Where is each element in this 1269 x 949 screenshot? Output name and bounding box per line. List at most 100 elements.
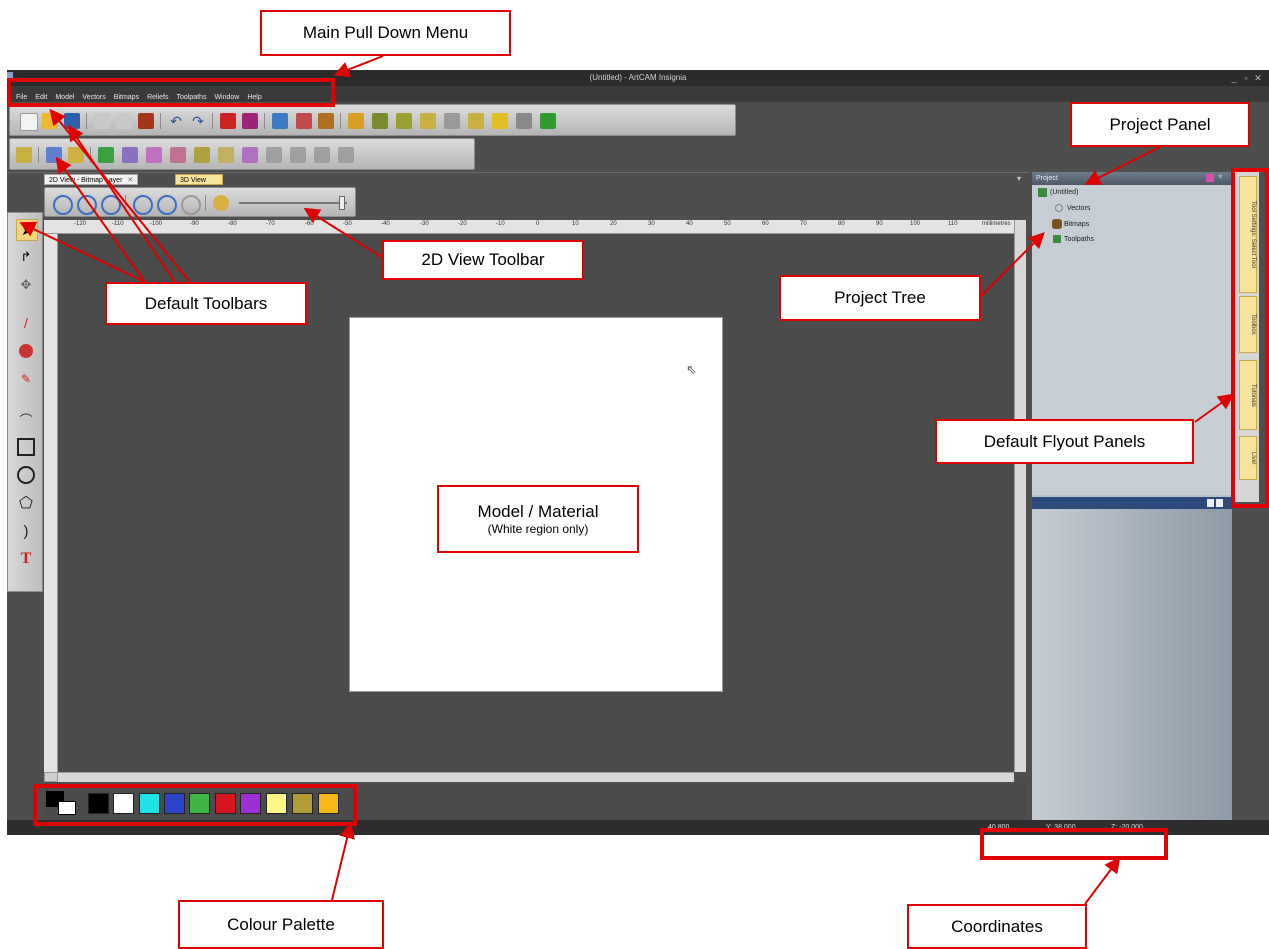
opacity-slider[interactable] [239, 202, 347, 204]
texture-icon[interactable] [170, 147, 186, 163]
select-tool-icon[interactable]: ➤ [16, 219, 38, 241]
edit-pencil-icon[interactable] [220, 113, 236, 129]
tab-3d-view[interactable]: 3D View [175, 174, 223, 185]
model-toolbar [9, 138, 475, 170]
scroll-corner [44, 772, 58, 782]
frame-icon[interactable] [338, 147, 354, 163]
ruler-tick: -120 [74, 221, 87, 227]
paste-icon[interactable] [138, 113, 154, 129]
polygon-icon[interactable]: ⬠ [16, 493, 36, 513]
copy-icon[interactable] [116, 113, 132, 129]
ruler-tick: -110 [112, 221, 124, 227]
project-root-icon [1038, 188, 1047, 197]
ruler-tick: 70 [800, 221, 807, 227]
vector-icon[interactable] [348, 113, 364, 129]
zoom-box-icon[interactable] [133, 195, 153, 215]
file-toolbar: ↶ ↷ [9, 104, 736, 136]
cut-icon[interactable] [94, 113, 110, 129]
zoom-out-icon[interactable] [77, 195, 97, 215]
arc-tool-icon[interactable]: ) [16, 521, 36, 541]
open-folder-icon[interactable] [42, 113, 58, 129]
tree-item-toolpaths[interactable]: Toolpaths [1064, 236, 1094, 243]
tab-dropdown-icon[interactable]: ▾ [1017, 174, 1021, 183]
callout-project-panel: Project Panel [1070, 102, 1250, 147]
merge-icon[interactable] [98, 147, 114, 163]
arc-icon[interactable] [290, 147, 306, 163]
panel-close-icon[interactable]: × [1218, 172, 1223, 181]
zoom-previous-icon[interactable] [101, 195, 121, 215]
undo-icon[interactable]: ↶ [168, 113, 184, 129]
panel-button[interactable] [1216, 499, 1223, 507]
eraser-icon[interactable] [242, 113, 258, 129]
model-red-icon[interactable] [296, 113, 312, 129]
relief-icon[interactable] [272, 113, 288, 129]
window-title: (Untitled) - ArtCAM Insignia [589, 73, 687, 82]
tab-close-icon[interactable]: ✕ [127, 177, 133, 184]
text-tool-icon[interactable]: T [16, 549, 36, 569]
vertical-ruler [44, 234, 58, 774]
tree-root[interactable]: (Untitled) [1050, 189, 1078, 196]
model-brown-icon[interactable] [318, 113, 334, 129]
curve-icon[interactable] [396, 113, 412, 129]
tab-2d-view-label: 2D View - Bitmap Layer [49, 177, 123, 184]
ruler-tick: 80 [838, 221, 845, 227]
grid-icon[interactable] [540, 113, 556, 129]
trim-icon[interactable] [444, 113, 460, 129]
callout-coordinates: Coordinates [907, 904, 1087, 949]
zoom-in-icon[interactable] [53, 195, 73, 215]
close-button[interactable]: ✕ [1252, 70, 1264, 86]
save-icon[interactable] [64, 113, 80, 129]
project-title-text: Project [1036, 175, 1058, 182]
nurbs-icon[interactable] [516, 113, 532, 129]
zoom-all-icon[interactable] [181, 195, 201, 215]
bracket-icon[interactable] [314, 147, 330, 163]
eyedropper-icon[interactable]: ✎ [16, 369, 36, 389]
offset-icon[interactable] [420, 113, 436, 129]
rectangle-icon[interactable] [16, 437, 36, 457]
polyline-icon[interactable]: ⌒ [16, 409, 36, 429]
circle-icon[interactable] [16, 465, 36, 485]
extrude-icon[interactable] [146, 147, 162, 163]
shape-icon[interactable] [122, 147, 138, 163]
pen-icon[interactable] [468, 113, 484, 129]
outline-icon[interactable] [266, 147, 282, 163]
panel-button[interactable] [1207, 499, 1214, 507]
ruler-tick: -100 [150, 221, 163, 227]
new-file-icon[interactable] [20, 113, 38, 131]
redo-icon[interactable]: ↷ [190, 113, 206, 129]
ruler-tick: 90 [876, 221, 883, 227]
minimize-button[interactable]: _ [1228, 70, 1240, 86]
callout-model-material-title: Model / Material [477, 502, 599, 521]
box-icon[interactable] [242, 147, 258, 163]
opacity-slider-thumb[interactable] [339, 196, 345, 210]
ruler-tick: -80 [228, 221, 237, 227]
bell-icon[interactable] [218, 147, 234, 163]
mouse-pointer-icon: ⇖ [686, 362, 697, 377]
tab-2d-view[interactable]: 2D View - Bitmap Layer ✕ [44, 174, 139, 185]
ruler-tick: 30 [648, 221, 655, 227]
fill-icon[interactable] [492, 113, 508, 129]
transform-icon[interactable]: ✥ [16, 275, 36, 295]
horizontal-scrollbar[interactable] [58, 772, 1014, 782]
nodes-icon[interactable] [372, 113, 388, 129]
tree-item-bitmaps[interactable]: Bitmaps [1064, 221, 1089, 228]
maximize-button[interactable]: ▫ [1240, 70, 1252, 86]
ruler-tick: 60 [762, 221, 769, 227]
palette-highlight [33, 784, 357, 826]
brightness-icon[interactable] [213, 195, 229, 211]
pin-icon[interactable] [1206, 174, 1214, 182]
tree-item-vectors[interactable]: Vectors [1067, 205, 1090, 212]
ruler-tick: -40 [381, 221, 390, 227]
star-icon[interactable] [68, 147, 84, 163]
ruler-tick: -20 [458, 221, 467, 227]
spin-icon[interactable] [194, 147, 210, 163]
vertical-scrollbar[interactable] [1014, 220, 1026, 772]
node-edit-icon[interactable]: ↱ [16, 247, 36, 267]
paint-brush-icon[interactable]: / [16, 313, 36, 333]
ruler-tick: -10 [496, 221, 505, 227]
paint-fill-icon[interactable] [16, 341, 36, 361]
callout-colour-palette: Colour Palette [178, 900, 384, 949]
toolpath-icon[interactable] [16, 147, 32, 163]
zoom-fit-icon[interactable] [157, 195, 177, 215]
diamond-icon[interactable] [46, 147, 62, 163]
